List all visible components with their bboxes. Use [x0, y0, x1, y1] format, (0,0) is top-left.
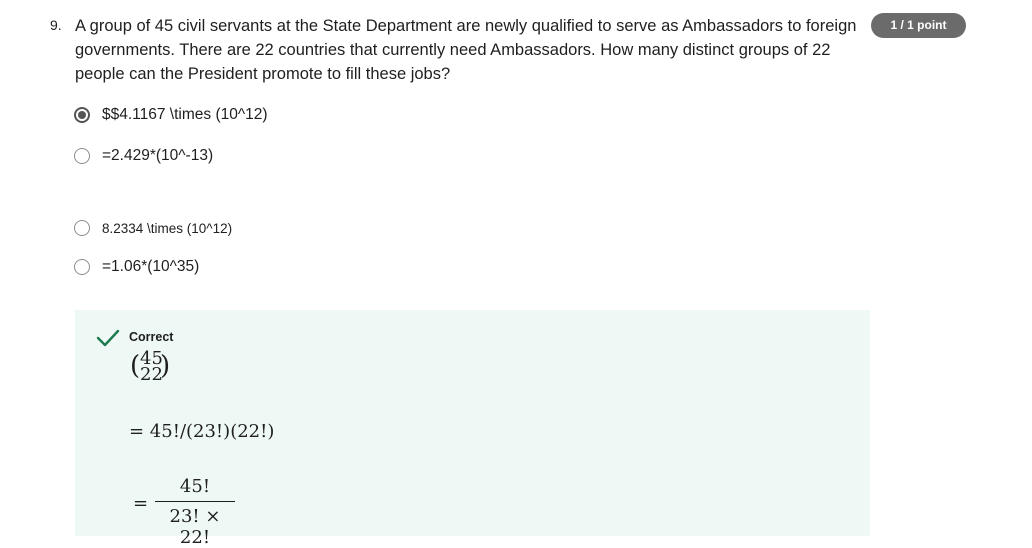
- radio-button-selected[interactable]: [74, 107, 90, 123]
- fraction: 45! 23! × 22!: [155, 476, 235, 548]
- option-4[interactable]: =1.06*(10^35): [74, 258, 199, 276]
- points-badge: 1 / 1 point: [871, 13, 966, 38]
- option-1[interactable]: $$4.1167 \times (10^12): [74, 106, 268, 124]
- option-1-label: $$4.1167 \times (10^12): [102, 106, 268, 123]
- option-3-label: 8.2334 \times (10^12): [102, 220, 233, 236]
- feedback-panel: Correct ( 45 22 ) = 45!/(23!)(22!) = 45!…: [75, 310, 870, 548]
- question-number: 9.: [50, 17, 62, 33]
- option-3[interactable]: 8.2334 \times (10^12): [74, 220, 232, 236]
- fraction-numerator: 45!: [179, 476, 211, 497]
- radio-button[interactable]: [74, 148, 90, 164]
- question-text: A group of 45 civil servants at the Stat…: [75, 17, 857, 83]
- equals-sign: =: [133, 493, 149, 514]
- feedback-status: Correct: [129, 330, 174, 344]
- radio-button[interactable]: [74, 220, 90, 236]
- option-2[interactable]: =2.429*(10^-13): [74, 147, 213, 165]
- binomial-coefficient: ( 45 22 ): [130, 348, 171, 385]
- fraction-denominator: 23! × 22!: [169, 506, 221, 548]
- radio-button[interactable]: [74, 259, 90, 275]
- option-2-label: =2.429*(10^-13): [102, 147, 214, 164]
- equation-line-1: = 45!/(23!)(22!): [129, 421, 275, 442]
- option-4-label: =1.06*(10^35): [102, 258, 200, 275]
- checkmark-icon: [96, 329, 120, 347]
